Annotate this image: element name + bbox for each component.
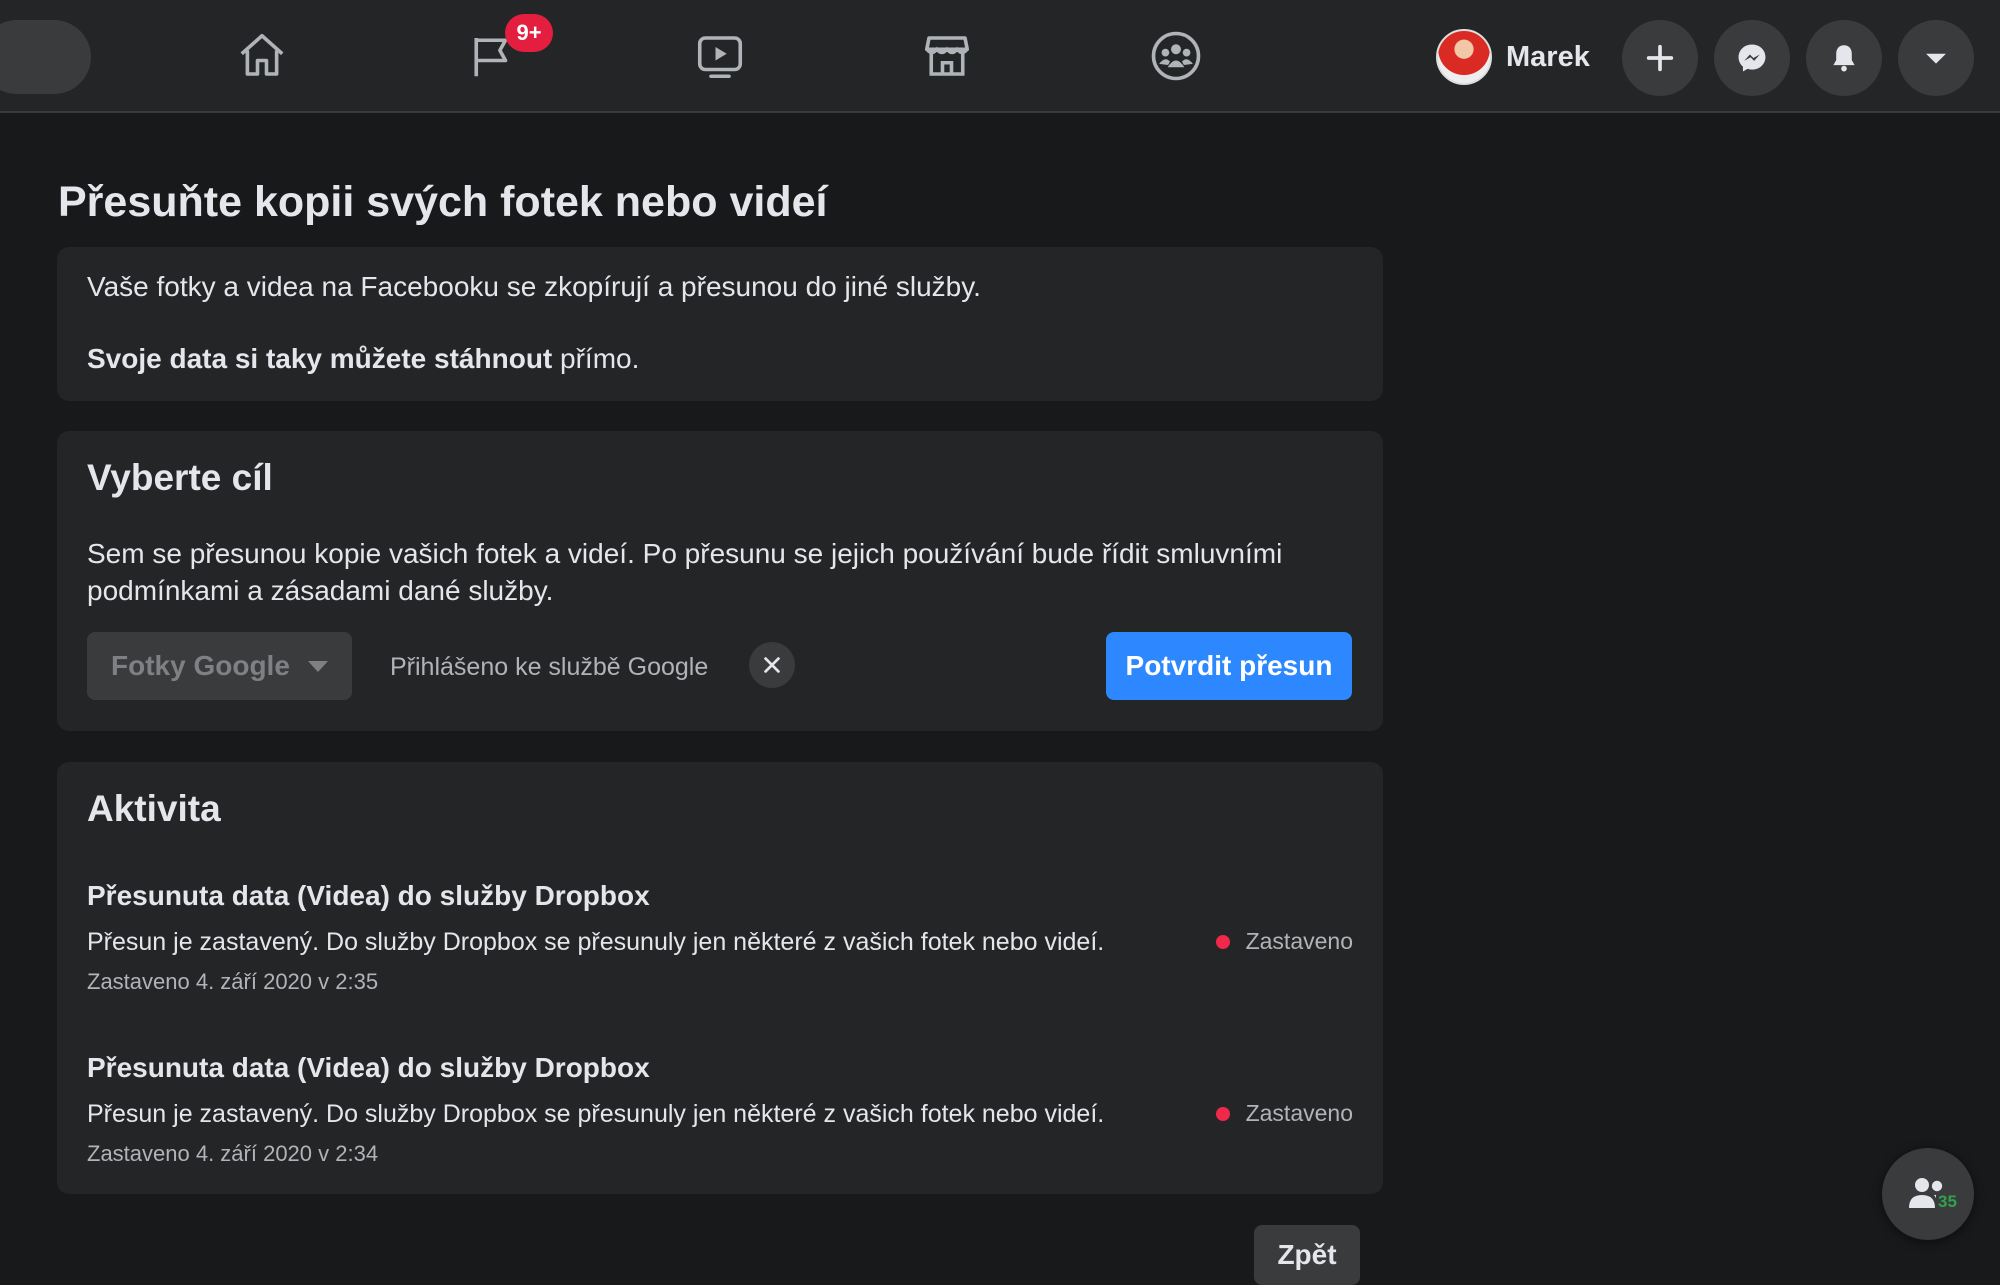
choose-destination-card: Vyberte cíl Sem se přesunou kopie vašich…: [57, 431, 1383, 731]
activity-heading: Aktivita: [87, 788, 221, 829]
download-directly-link[interactable]: Svoje data si taky můžete stáhnout: [87, 343, 552, 374]
messenger-button[interactable]: [1714, 20, 1790, 96]
activity-item[interactable]: Přesunuta data (Videa) do služby Dropbox…: [87, 1052, 1353, 1166]
nav-marketplace[interactable]: [915, 24, 979, 88]
chevron-down-icon: [308, 661, 328, 672]
activity-timestamp: Zastaveno 4. září 2020 v 2:35: [87, 969, 379, 994]
create-button[interactable]: [1622, 20, 1698, 96]
nav-groups[interactable]: [1144, 24, 1208, 88]
search-pill[interactable]: [0, 20, 91, 94]
intro-card: Vaše fotky a videa na Facebooku se zkopí…: [57, 247, 1383, 401]
back-button[interactable]: Zpět: [1254, 1225, 1360, 1285]
nav-watch[interactable]: [688, 24, 752, 88]
status-label: Zastaveno: [1245, 1100, 1353, 1126]
close-icon: [764, 657, 780, 673]
activity-title: Přesunuta data (Videa) do služby Dropbox: [87, 1052, 650, 1083]
contacts-button[interactable]: 35: [1882, 1148, 1974, 1240]
destination-heading: Vyberte cíl: [87, 457, 273, 498]
status-badge: Zastaveno: [1215, 928, 1353, 955]
page-title: Přesuňte kopii svých fotek nebo videí: [58, 178, 828, 226]
activity-title: Přesunuta data (Videa) do služby Dropbox: [87, 880, 650, 911]
nav-home[interactable]: [230, 24, 294, 88]
watch-video-icon: [697, 36, 743, 79]
plus-icon: [1646, 44, 1674, 72]
groups-icon: [1151, 31, 1201, 81]
notification-count-badge: 9+: [505, 14, 553, 52]
home-icon: [240, 33, 284, 76]
marketplace-icon: [924, 36, 970, 76]
profile-link[interactable]: Marek: [1436, 28, 1590, 86]
download-directly-suffix: přímo.: [552, 343, 640, 374]
top-navigation-bar: 9+ Marek: [0, 0, 2000, 113]
account-menu-button[interactable]: [1898, 20, 1974, 96]
status-dot-icon: [1215, 1106, 1230, 1121]
messenger-icon: [1738, 44, 1766, 72]
status-dot-icon: [1215, 934, 1230, 949]
sign-out-button[interactable]: [749, 642, 795, 688]
caret-down-icon: [1926, 53, 1946, 64]
status-badge: Zastaveno: [1215, 1100, 1353, 1127]
activity-timestamp: Zastaveno 4. září 2020 v 2:34: [87, 1141, 379, 1166]
bell-icon: [1833, 45, 1855, 72]
status-label: Zastaveno: [1245, 928, 1353, 954]
selected-service: Fotky Google: [111, 650, 290, 681]
profile-name: Marek: [1506, 40, 1590, 73]
avatar: [1436, 29, 1492, 85]
notifications-button[interactable]: [1806, 20, 1882, 96]
destination-service-select[interactable]: Fotky Google: [87, 632, 352, 700]
activity-description: Přesun je zastavený. Do služby Dropbox s…: [87, 928, 1105, 956]
online-contacts-count: 35: [1936, 1192, 1959, 1212]
intro-text: Vaše fotky a videa na Facebooku se zkopí…: [87, 271, 981, 302]
download-directly-text: Svoje data si taky můžete stáhnout přímo…: [87, 343, 639, 375]
destination-description: Sem se přesunou kopie vašich fotek a vid…: [87, 538, 1283, 606]
activity-item[interactable]: Přesunuta data (Videa) do služby Dropbox…: [87, 880, 1353, 994]
activity-description: Přesun je zastavený. Do služby Dropbox s…: [87, 1100, 1105, 1128]
activity-card: Aktivita Přesunuta data (Videa) do služb…: [57, 762, 1383, 1194]
signed-in-status: Přihlášeno ke službě Google: [390, 653, 709, 681]
confirm-transfer-button[interactable]: Potvrdit přesun: [1106, 632, 1352, 700]
